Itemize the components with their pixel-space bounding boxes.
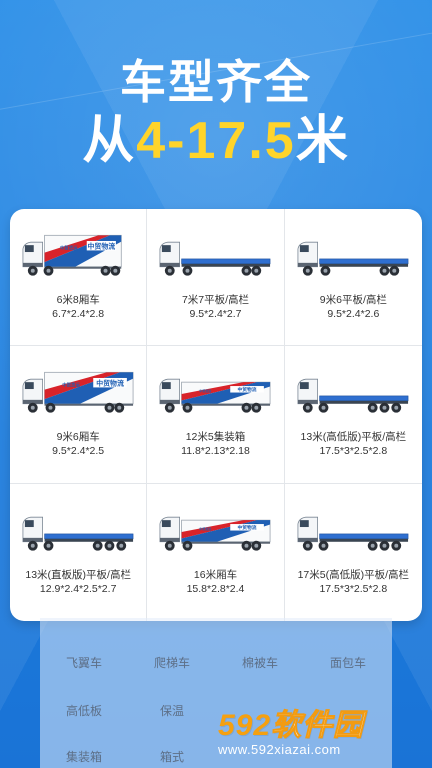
vehicle-dimensions: 15.8*2.8*2.4 xyxy=(186,582,245,595)
vehicle-dimensions: 17.5*3*2.5*2.8 xyxy=(319,445,388,458)
vehicle-name: 9米6平板/高栏 xyxy=(319,294,387,306)
truck-icon: 中贸物流 中贸货运 xyxy=(22,234,122,276)
vehicle-name: 6米8厢车 xyxy=(56,294,100,306)
watermark-logo: 592软件园 xyxy=(218,700,428,744)
vehicle-dimensions: 9.5*2.4*2.7 xyxy=(189,308,242,320)
vehicle-cell[interactable]: 9米6平板/高栏 9.5*2.4*2.6 xyxy=(284,209,422,347)
vehicle-dimensions: 12.9*2.4*2.5*2.7 xyxy=(39,582,117,595)
filter-option[interactable]: 箱式 xyxy=(128,748,216,765)
watermark-cn: 软件园 xyxy=(271,709,365,743)
headline: 车型齐全 从4-17.5米 xyxy=(0,54,432,172)
headline-line1: 车型齐全 xyxy=(120,56,312,108)
truck-icon: 中贸物流 中贸货运 xyxy=(22,372,134,413)
svg-text:中贸货运: 中贸货运 xyxy=(62,382,80,389)
filter-option[interactable]: 飞翼车 xyxy=(40,654,128,671)
filter-option[interactable]: 集装箱 xyxy=(40,748,128,765)
vehicle-name: 17米5(高低版)平板/高栏 xyxy=(297,568,410,581)
vehicle-name: 7米7平板/高栏 xyxy=(181,294,250,306)
vehicle-dimensions: 11.8*2.13*2.18 xyxy=(181,445,250,458)
vehicle-name: 13米(高低版)平板/高栏 xyxy=(300,431,407,444)
svg-text:中贸物流: 中贸物流 xyxy=(238,387,257,394)
filter-option[interactable]: 爬梯车 xyxy=(128,654,216,671)
truck-icon: 中贸物流 中贸货运 xyxy=(160,516,271,551)
truck-icon xyxy=(297,516,409,551)
svg-text:中贸物流: 中贸物流 xyxy=(96,379,124,388)
filter-option[interactable]: 高低板 xyxy=(40,702,128,719)
headline-range: 4-17.5 xyxy=(136,112,296,170)
vehicle-cell[interactable]: 中贸物流 中贸货运 12米5集装箱 11.8*2.13*2.18 xyxy=(147,346,285,484)
vehicle-cell[interactable]: 7米7平板/高栏 9.5*2.4*2.7 xyxy=(147,209,285,347)
vehicle-name: 12米5集装箱 xyxy=(185,431,246,444)
vehicle-grid-card: 中贸物流 中贸货运 6米8厢车 6.7*2.4*2.8 7米7平板/高栏 9.5*2.4*… xyxy=(10,209,422,621)
vehicle-cell[interactable]: 中贸物流 中贸货运 16米厢车 15.8*2.8*2.4 xyxy=(147,483,285,621)
headline-prefix: 从 xyxy=(82,112,137,170)
vehicle-name: 13米(直板版)平板/高栏 xyxy=(25,568,131,581)
truck-icon xyxy=(22,516,134,551)
watermark: 592软件园 www.592xiazai.com xyxy=(218,700,428,762)
svg-text:中贸货运: 中贸货运 xyxy=(200,526,212,531)
truck-icon: 中贸物流 中贸货运 xyxy=(160,379,271,413)
vehicle-cell[interactable]: 中贸物流 中贸货运 6米8厢车 6.7*2.4*2.8 xyxy=(10,209,148,347)
vehicle-dimensions: 9.5*2.4*2.5 xyxy=(52,445,105,458)
headline-line2: 从4-17.5米 xyxy=(0,110,432,172)
vehicle-cell[interactable]: 17米5(高低版)平板/高栏 17.5*3*2.5*2.8 xyxy=(285,484,422,621)
headline-suffix: 米 xyxy=(295,112,350,170)
watermark-url: www.592xiazai.com xyxy=(218,742,341,757)
vehicle-cell[interactable]: 13米(高低版)平板/高栏 17.5*3*2.5*2.8 xyxy=(284,346,422,484)
vehicle-dimensions: 9.5*2.4*2.6 xyxy=(327,308,380,320)
svg-text:中贸物流: 中贸物流 xyxy=(88,242,116,251)
svg-text:中贸货运: 中贸货运 xyxy=(200,388,212,393)
vehicle-cell[interactable]: 13米(直板版)平板/高栏 12.9*2.4*2.5*2.7 xyxy=(10,483,148,621)
vehicle-dimensions: 6.7*2.4*2.8 xyxy=(52,308,105,320)
truck-icon xyxy=(297,379,409,413)
svg-text:中贸物流: 中贸物流 xyxy=(238,524,257,531)
vehicle-name: 9米6厢车 xyxy=(56,431,100,444)
filter-option[interactable]: 棉被车 xyxy=(216,654,304,671)
watermark-digits: 592 xyxy=(218,709,272,742)
svg-text:中贸货运: 中贸货运 xyxy=(60,244,78,251)
filter-option[interactable]: 保温 xyxy=(128,702,216,719)
truck-icon xyxy=(297,241,409,276)
vehicle-dimensions: 17.5*3*2.5*2.8 xyxy=(319,582,388,595)
vehicle-name: 16米厢车 xyxy=(193,568,238,581)
filter-option[interactable]: 面包车 xyxy=(304,654,392,671)
truck-icon xyxy=(160,241,271,276)
filter-row-1: 飞翼车 爬梯车 棉被车 面包车 xyxy=(40,654,392,671)
vehicle-cell[interactable]: 中贸物流 中贸货运 9米6厢车 9.5*2.4*2.5 xyxy=(10,346,148,484)
